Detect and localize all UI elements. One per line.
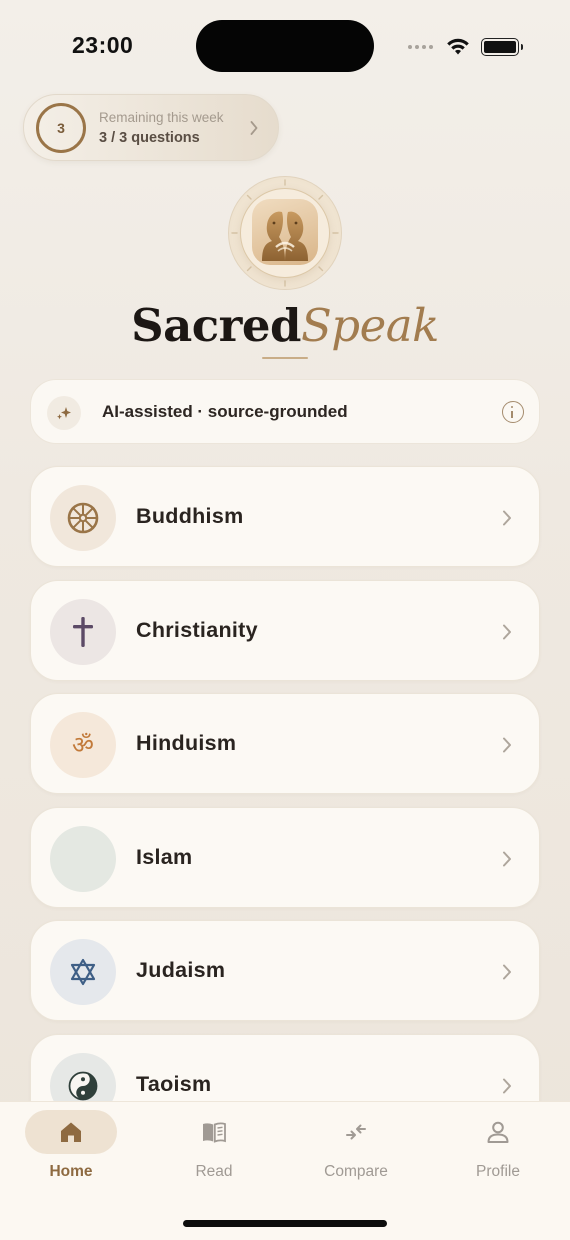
chevron-right-icon <box>503 851 511 866</box>
weekly-quota-pill[interactable]: 3 Remaining this week 3 / 3 questions <box>23 94 279 161</box>
religion-name: Buddhism <box>136 504 244 528</box>
quota-value: 3 / 3 questions <box>99 130 200 146</box>
religion-card-christianity[interactable]: Christianity <box>30 579 540 681</box>
tab-label: Read <box>195 1163 233 1180</box>
religion-name: Islam <box>136 844 193 869</box>
tab-label: Compare <box>324 1163 388 1180</box>
religion-name: Hinduism <box>136 731 237 755</box>
brand-wordmark: SacredSpeak <box>0 296 570 356</box>
om-icon: ॐ <box>72 731 94 759</box>
brand-part-speak: Speak <box>300 299 439 352</box>
tab-profile[interactable]: Profile <box>452 1110 544 1190</box>
religion-name: Taoism <box>136 1071 212 1096</box>
star-of-david-badge <box>50 939 116 1005</box>
tab-home[interactable]: Home <box>25 1110 117 1190</box>
tab-compare[interactable]: Compare <box>310 1110 402 1190</box>
cross-icon <box>73 616 93 647</box>
cellular-signal-icon <box>408 45 433 49</box>
wifi-icon <box>447 38 469 55</box>
dynamic-island <box>196 20 374 72</box>
info-icon[interactable] <box>502 401 524 423</box>
cross-badge <box>50 598 116 665</box>
status-bar: 23:00 <box>0 0 570 92</box>
sparkle-icon <box>57 407 71 420</box>
om-badge: ॐ <box>50 712 116 778</box>
home-indicator <box>183 1220 387 1227</box>
compare-arrows-icon <box>346 1124 366 1140</box>
app-logo-icon <box>252 199 318 265</box>
tab-read[interactable]: Read <box>168 1110 260 1190</box>
chevron-right-icon <box>503 1078 511 1093</box>
religion-name: Judaism <box>136 958 226 982</box>
dharma-wheel-icon <box>67 502 99 534</box>
religion-name: Christianity <box>136 617 258 642</box>
battery-icon <box>481 38 523 56</box>
crescent-badge <box>50 825 116 892</box>
quota-count-ring: 3 <box>36 103 86 153</box>
status-time: 23:00 <box>72 32 134 58</box>
chevron-right-icon <box>503 510 511 526</box>
religion-card-islam[interactable]: Islam <box>30 806 540 908</box>
crescent-icon <box>75 846 87 871</box>
star-of-david-icon <box>70 958 96 986</box>
tab-label: Home <box>49 1163 93 1180</box>
chevron-right-icon <box>503 964 511 980</box>
dharma-wheel-badge <box>50 485 116 551</box>
religion-card-buddhism[interactable]: Buddhism <box>30 466 540 567</box>
book-icon <box>203 1122 226 1143</box>
person-icon <box>487 1121 509 1143</box>
chevron-right-icon <box>503 624 511 639</box>
religion-card-hinduism[interactable]: ॐ Hinduism <box>30 693 540 794</box>
quota-title: Remaining this week <box>99 110 224 125</box>
sparkle-badge <box>47 396 81 430</box>
ai-notice-text: AI-assisted · source-grounded <box>102 402 348 421</box>
religion-card-judaism[interactable]: Judaism <box>30 920 540 1021</box>
yin-yang-icon <box>68 1071 98 1100</box>
tab-label: Profile <box>476 1163 520 1180</box>
home-icon <box>61 1122 81 1142</box>
brand-divider <box>262 357 308 359</box>
ai-notice-banner[interactable]: AI-assisted · source-grounded <box>30 379 540 444</box>
chevron-right-icon <box>250 121 258 135</box>
brand-part-sacred: Sacred <box>131 299 301 352</box>
chevron-right-icon <box>503 737 511 753</box>
